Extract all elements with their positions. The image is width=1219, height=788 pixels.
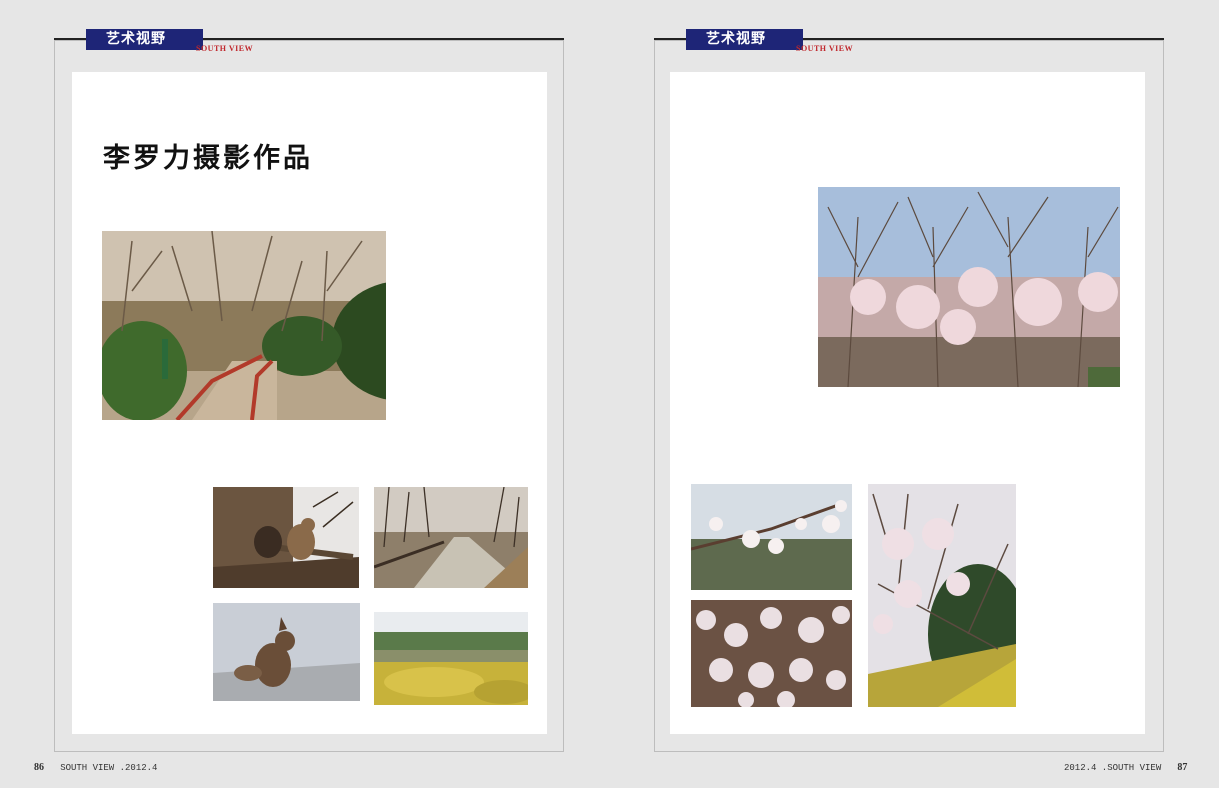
photo-forsythia-pond <box>374 612 528 705</box>
right-section-sub: SOUTH VIEW <box>796 44 854 53</box>
right-section-tag: 艺术视野 <box>686 29 803 50</box>
photo-stone-path <box>374 487 528 588</box>
photo-trail-fence <box>102 231 386 420</box>
right-footer-text: 2012.4 .SOUTH VIEW <box>1064 763 1162 773</box>
photo-blossom-trees <box>818 187 1120 387</box>
photo-squirrel-rock <box>213 603 360 701</box>
left-section-tag: 艺术视野 <box>86 29 203 50</box>
left-footer-text: SOUTH VIEW .2012.4 <box>60 763 158 773</box>
article-title: 李罗力摄影作品 <box>103 143 313 174</box>
left-section-sub: SOUTH VIEW <box>196 44 254 53</box>
left-page-footer: 86 SOUTH VIEW .2012.4 <box>34 762 157 773</box>
photo-dense-blossoms <box>691 600 852 707</box>
photo-blossom-branch <box>691 484 852 590</box>
photo-squirrel-tree <box>213 487 359 588</box>
left-page-number: 86 <box>34 762 44 773</box>
right-page-number: 87 <box>1177 762 1188 773</box>
photo-blossom-pine <box>868 484 1016 707</box>
right-page-footer: 2012.4 .SOUTH VIEW 87 <box>1064 762 1187 773</box>
